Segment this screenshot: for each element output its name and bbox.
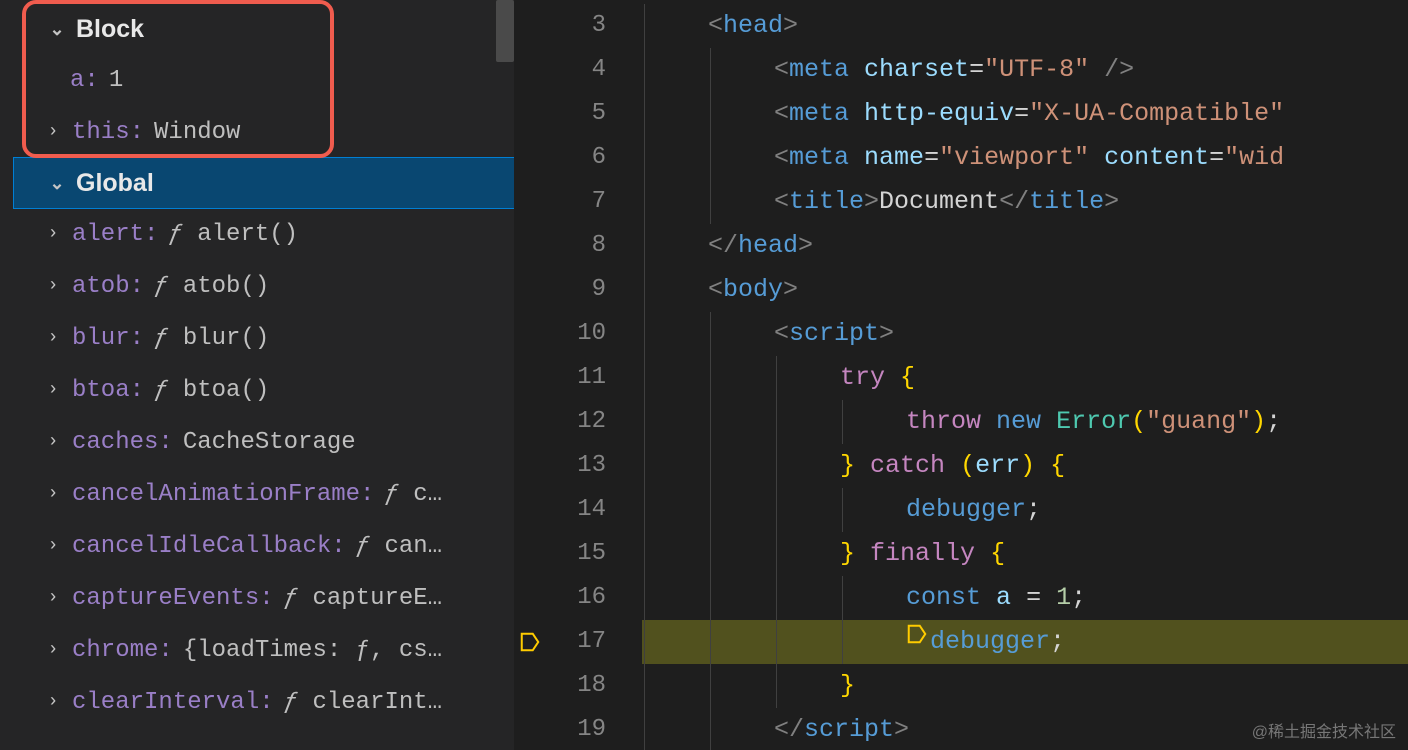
line-number: 3 bbox=[514, 4, 642, 48]
code-area[interactable]: <head><meta charset="UTF-8" /><meta http… bbox=[642, 0, 1408, 750]
chevron-right-icon: › bbox=[42, 224, 64, 244]
code-line[interactable]: debugger; bbox=[642, 620, 1408, 664]
scrollbar-thumb[interactable] bbox=[496, 0, 514, 62]
chevron-right-icon: › bbox=[42, 692, 64, 712]
code-line[interactable]: debugger; bbox=[642, 488, 1408, 532]
chevron-right-icon: › bbox=[42, 380, 64, 400]
execution-pointer-icon bbox=[519, 631, 541, 653]
variable-row[interactable]: ›caches:CacheStorage bbox=[14, 416, 514, 468]
code-line[interactable]: try { bbox=[642, 356, 1408, 400]
chevron-right-icon: › bbox=[42, 588, 64, 608]
chevron-down-icon: ⌄ bbox=[46, 19, 68, 40]
code-line[interactable]: } finally { bbox=[642, 532, 1408, 576]
variable-row[interactable]: ›cancelIdleCallback:ƒ can… bbox=[14, 520, 514, 572]
code-line[interactable]: <body> bbox=[642, 268, 1408, 312]
chevron-right-icon: › bbox=[42, 122, 64, 142]
line-number: 6 bbox=[514, 136, 642, 180]
line-number: 14 bbox=[514, 488, 642, 532]
code-line[interactable]: <head> bbox=[642, 4, 1408, 48]
chevron-right-icon: › bbox=[42, 276, 64, 296]
scope-label: Global bbox=[76, 169, 154, 198]
editor[interactable]: 345678910111213141516171819 <head><meta … bbox=[514, 0, 1408, 750]
chevron-down-icon: ⌄ bbox=[46, 173, 68, 194]
execution-pointer-inline-icon bbox=[906, 617, 928, 661]
line-number: 16 bbox=[514, 576, 642, 620]
variable-row[interactable]: › this: Window bbox=[14, 106, 514, 158]
variable-row[interactable]: ›alert:ƒ alert() bbox=[14, 208, 514, 260]
variable-row[interactable]: ›chrome:{loadTimes: ƒ, cs… bbox=[14, 624, 514, 676]
code-line[interactable]: const a = 1; bbox=[642, 576, 1408, 620]
variable-row[interactable]: ›btoa:ƒ btoa() bbox=[14, 364, 514, 416]
code-line[interactable]: </head> bbox=[642, 224, 1408, 268]
scope-label: Block bbox=[76, 15, 144, 44]
line-number: 5 bbox=[514, 92, 642, 136]
variable-row[interactable]: ›atob:ƒ atob() bbox=[14, 260, 514, 312]
chevron-right-icon: › bbox=[42, 328, 64, 348]
code-line[interactable]: <meta name="viewport" content="wid bbox=[642, 136, 1408, 180]
line-number: 7 bbox=[514, 180, 642, 224]
variable-row[interactable]: ›blur:ƒ blur() bbox=[14, 312, 514, 364]
scope-block-header[interactable]: ⌄ Block bbox=[14, 4, 514, 54]
line-number: 19 bbox=[514, 708, 642, 750]
line-number: 13 bbox=[514, 444, 642, 488]
variable-row[interactable]: ›cancelAnimationFrame:ƒ c… bbox=[14, 468, 514, 520]
chevron-right-icon: › bbox=[42, 432, 64, 452]
line-number: 8 bbox=[514, 224, 642, 268]
variables-panel: ⌄ Block a: 1 › this: Window ⌄ Global ›al… bbox=[0, 0, 514, 750]
watermark-text: @稀土掘金技术社区 bbox=[1252, 718, 1396, 742]
line-number: 11 bbox=[514, 356, 642, 400]
line-number: 10 bbox=[514, 312, 642, 356]
code-line[interactable]: <script> bbox=[642, 312, 1408, 356]
line-number: 15 bbox=[514, 532, 642, 576]
variable-row[interactable]: ›captureEvents:ƒ captureE… bbox=[14, 572, 514, 624]
chevron-right-icon: › bbox=[42, 484, 64, 504]
code-line[interactable]: } bbox=[642, 664, 1408, 708]
code-line[interactable]: <meta http-equiv="X-UA-Compatible" bbox=[642, 92, 1408, 136]
line-number: 9 bbox=[514, 268, 642, 312]
line-number: 18 bbox=[514, 664, 642, 708]
chevron-right-icon: › bbox=[42, 536, 64, 556]
code-line[interactable]: <title>Document</title> bbox=[642, 180, 1408, 224]
line-number: 4 bbox=[514, 48, 642, 92]
variable-row[interactable]: ›clearInterval:ƒ clearInt… bbox=[14, 676, 514, 728]
chevron-right-icon: › bbox=[42, 640, 64, 660]
code-line[interactable]: throw new Error("guang"); bbox=[642, 400, 1408, 444]
scope-global-header[interactable]: ⌄ Global bbox=[14, 158, 514, 208]
code-line[interactable]: } catch (err) { bbox=[642, 444, 1408, 488]
line-number: 12 bbox=[514, 400, 642, 444]
variable-row[interactable]: a: 1 bbox=[14, 54, 514, 106]
code-line[interactable]: <meta charset="UTF-8" /> bbox=[642, 48, 1408, 92]
